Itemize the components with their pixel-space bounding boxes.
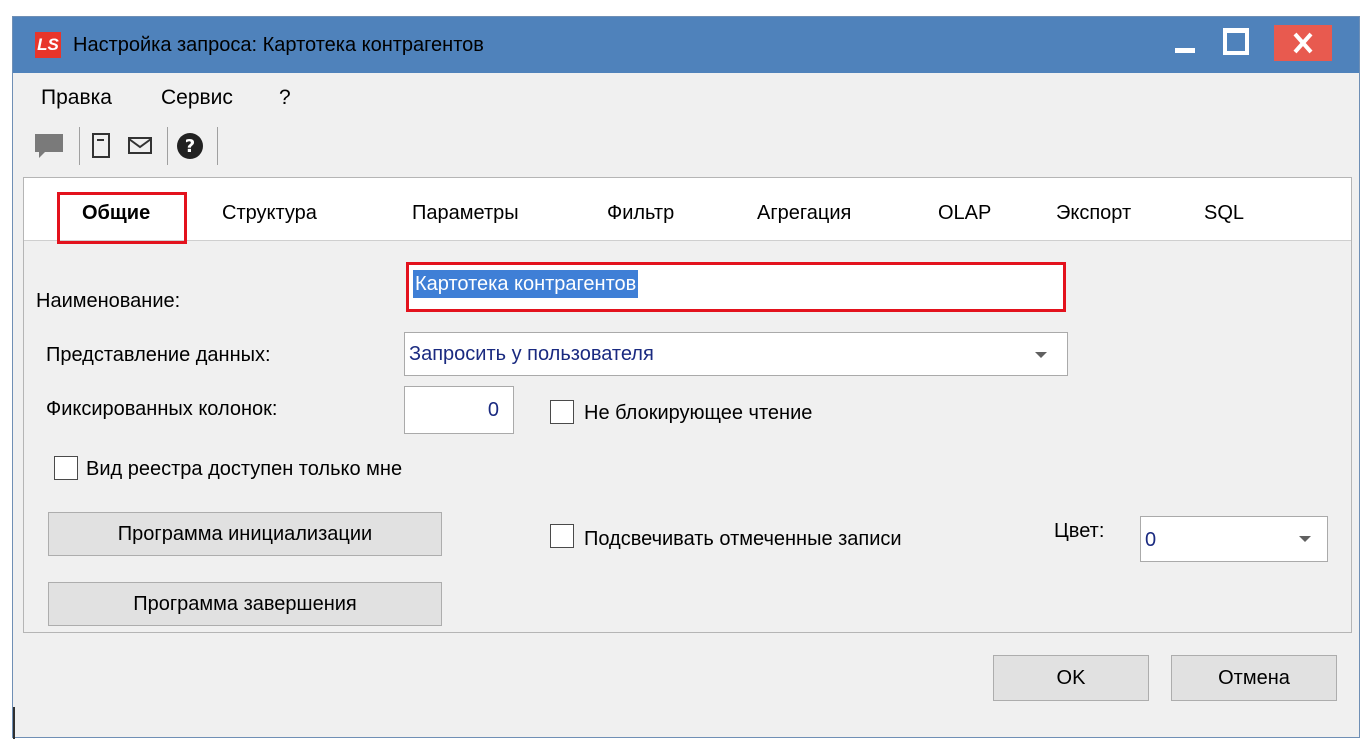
fixed-cols-label: Фиксированных колонок: — [46, 398, 278, 420]
menu-service[interactable]: Сервис — [161, 85, 233, 111]
finish-program-button[interactable]: Программа завершения — [48, 582, 442, 626]
minimize-button[interactable] — [1161, 17, 1207, 61]
fixed-cols-value: 0 — [487, 399, 499, 421]
toolbar-separator — [167, 127, 168, 165]
toolbar-separator — [79, 127, 80, 165]
maximize-icon — [1223, 28, 1249, 55]
registry-only-me-label: Вид реестра доступен только мне — [86, 458, 403, 480]
tab-sql[interactable]: SQL — [1204, 200, 1244, 226]
cancel-button[interactable]: Отмена — [1171, 655, 1337, 701]
highlight-checkbox[interactable] — [550, 524, 574, 548]
close-icon — [1293, 32, 1313, 54]
card-icon[interactable] — [89, 131, 119, 161]
init-program-button[interactable]: Программа инициализации — [48, 512, 442, 556]
tab-aggregation[interactable]: Агрегация — [757, 200, 851, 226]
tab-parameters[interactable]: Параметры — [412, 200, 519, 226]
mail-icon[interactable] — [125, 131, 161, 161]
nonblocking-checkbox[interactable] — [550, 400, 574, 424]
app-logo-icon: LS — [35, 32, 61, 58]
view-select[interactable]: Запросить у пользователя — [404, 332, 1068, 376]
color-label: Цвет: — [1054, 520, 1105, 542]
ok-button[interactable]: OK — [993, 655, 1149, 701]
toolbar-separator — [217, 127, 218, 165]
view-select-value: Запросить у пользователя — [409, 343, 654, 365]
tab-filter[interactable]: Фильтр — [607, 200, 674, 226]
tab-olap[interactable]: OLAP — [938, 200, 991, 226]
highlight-label: Подсвечивать отмеченные записи — [584, 528, 902, 550]
menu-edit[interactable]: Правка — [41, 85, 112, 111]
close-button[interactable] — [1274, 25, 1332, 61]
svg-text:?: ? — [185, 136, 195, 157]
minimize-icon — [1175, 48, 1195, 53]
nonblocking-label: Не блокирующее чтение — [584, 402, 813, 424]
color-select[interactable]: 0 — [1140, 516, 1328, 562]
chevron-down-icon — [1299, 536, 1311, 542]
toolbar: ? — [13, 121, 1359, 171]
view-label: Представление данных: — [46, 344, 271, 366]
highlight-name-box — [406, 262, 1066, 312]
highlight-tab-box — [57, 192, 187, 244]
menu-bar: Правка Сервис ? — [13, 73, 1359, 121]
name-label: Наименование: — [36, 290, 181, 312]
window-edge-mark — [13, 707, 15, 739]
window-title: Настройка запроса: Картотека контрагенто… — [73, 34, 484, 56]
registry-only-me-checkbox[interactable] — [54, 456, 78, 480]
dialog-window: LS Настройка запроса: Картотека контраге… — [12, 16, 1360, 739]
title-bar[interactable]: LS Настройка запроса: Картотека контраге… — [13, 17, 1359, 73]
fixed-cols-input[interactable]: 0 — [404, 386, 514, 434]
color-select-value: 0 — [1145, 529, 1157, 551]
tab-strip: Общие Структура Параметры Фильтр Агрегац… — [24, 178, 1351, 241]
tab-export[interactable]: Экспорт — [1056, 200, 1131, 226]
help-icon[interactable]: ? — [175, 131, 209, 161]
menu-help[interactable]: ? — [279, 85, 291, 111]
chevron-down-icon — [1035, 352, 1047, 358]
tab-panel: Общие Структура Параметры Фильтр Агрегац… — [23, 177, 1352, 633]
maximize-button[interactable] — [1211, 17, 1257, 61]
chat-icon[interactable] — [33, 131, 71, 161]
tab-structure[interactable]: Структура — [222, 200, 317, 226]
